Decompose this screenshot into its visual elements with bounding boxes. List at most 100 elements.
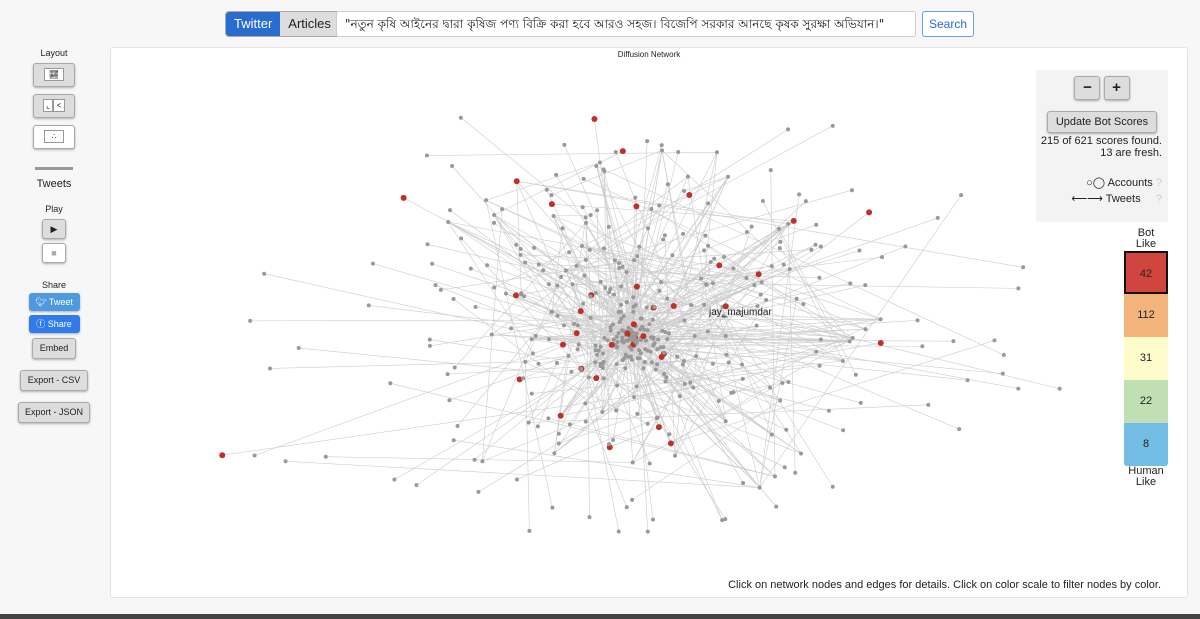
network-node[interactable] bbox=[593, 290, 598, 295]
network-node[interactable] bbox=[562, 142, 567, 147]
network-node[interactable] bbox=[580, 205, 585, 210]
network-node[interactable] bbox=[682, 318, 687, 323]
network-node[interactable] bbox=[600, 409, 605, 414]
network-node[interactable] bbox=[638, 316, 643, 321]
network-node[interactable] bbox=[587, 515, 592, 520]
network-node[interactable] bbox=[619, 302, 624, 307]
network-node[interactable] bbox=[716, 262, 723, 269]
network-node[interactable] bbox=[424, 153, 429, 158]
network-node[interactable] bbox=[777, 246, 782, 251]
network-node[interactable] bbox=[649, 206, 654, 211]
network-node[interactable] bbox=[583, 215, 588, 220]
network-node[interactable] bbox=[731, 266, 736, 271]
network-node[interactable] bbox=[588, 294, 593, 299]
network-node[interactable] bbox=[651, 517, 656, 522]
network-node[interactable] bbox=[620, 264, 625, 269]
network-node[interactable] bbox=[749, 224, 754, 229]
network-node[interactable] bbox=[573, 330, 580, 337]
network-node[interactable] bbox=[480, 459, 485, 464]
network-edge[interactable] bbox=[222, 387, 694, 456]
embed-button[interactable]: Embed bbox=[32, 338, 76, 359]
network-node[interactable] bbox=[689, 303, 694, 308]
network-node[interactable] bbox=[787, 267, 792, 272]
network-node[interactable] bbox=[529, 391, 534, 396]
network-node[interactable] bbox=[556, 431, 561, 436]
network-node[interactable] bbox=[624, 270, 629, 275]
network-node[interactable] bbox=[267, 366, 272, 371]
network-node[interactable] bbox=[781, 262, 786, 267]
network-node[interactable] bbox=[857, 248, 862, 253]
network-node[interactable] bbox=[548, 201, 555, 208]
network-node[interactable] bbox=[560, 226, 565, 231]
network-node[interactable] bbox=[850, 336, 855, 341]
network-node[interactable] bbox=[817, 363, 822, 368]
network-node[interactable] bbox=[626, 325, 631, 330]
network-node[interactable] bbox=[723, 419, 728, 424]
network-node[interactable] bbox=[323, 454, 328, 459]
diffusion-network-graph[interactable] bbox=[111, 48, 1189, 599]
network-edge[interactable] bbox=[733, 381, 789, 393]
network-node[interactable] bbox=[682, 188, 687, 193]
network-node[interactable] bbox=[572, 321, 577, 326]
network-node[interactable] bbox=[615, 383, 620, 388]
network-node[interactable] bbox=[615, 339, 620, 344]
network-node[interactable] bbox=[755, 271, 762, 278]
network-node[interactable] bbox=[670, 302, 677, 309]
network-node[interactable] bbox=[817, 275, 822, 280]
network-node[interactable] bbox=[686, 191, 693, 198]
network-node[interactable] bbox=[681, 359, 686, 364]
network-node[interactable] bbox=[593, 343, 598, 348]
network-node[interactable] bbox=[608, 341, 615, 348]
network-node[interactable] bbox=[670, 253, 675, 258]
network-node[interactable] bbox=[665, 296, 670, 301]
tweet-share-button[interactable]: 🐦︎ Tweet bbox=[28, 293, 80, 311]
network-node[interactable] bbox=[427, 343, 432, 348]
network-node[interactable] bbox=[533, 334, 538, 339]
network-node[interactable] bbox=[814, 222, 819, 227]
network-node[interactable] bbox=[472, 457, 477, 462]
network-node[interactable] bbox=[476, 489, 481, 494]
network-node[interactable] bbox=[863, 327, 868, 332]
network-node[interactable] bbox=[509, 326, 514, 331]
network-node[interactable] bbox=[446, 219, 451, 224]
network-node[interactable] bbox=[445, 372, 450, 377]
network-node[interactable] bbox=[744, 230, 749, 235]
network-node[interactable] bbox=[614, 408, 619, 413]
network-node[interactable] bbox=[826, 408, 831, 413]
network-node[interactable] bbox=[647, 322, 652, 327]
network-node[interactable] bbox=[532, 245, 537, 250]
network-node[interactable] bbox=[645, 529, 650, 534]
network-node[interactable] bbox=[595, 208, 600, 213]
network-node[interactable] bbox=[602, 336, 607, 341]
network-node[interactable] bbox=[786, 127, 791, 132]
network-node[interactable] bbox=[618, 309, 623, 314]
network-node[interactable] bbox=[712, 256, 717, 261]
help-icon[interactable]: ? bbox=[1156, 177, 1162, 189]
network-node[interactable] bbox=[433, 283, 438, 288]
network-node[interactable] bbox=[593, 360, 598, 365]
layout-timeline-button[interactable]: 📈︎ bbox=[33, 63, 75, 87]
network-node[interactable] bbox=[731, 390, 736, 395]
network-node[interactable] bbox=[633, 195, 638, 200]
network-node[interactable] bbox=[665, 337, 670, 342]
network-node[interactable] bbox=[635, 411, 640, 416]
network-node[interactable] bbox=[663, 379, 668, 384]
network-node[interactable] bbox=[655, 424, 662, 431]
network-node[interactable] bbox=[794, 296, 799, 301]
network-node[interactable] bbox=[630, 460, 635, 465]
network-node[interactable] bbox=[677, 394, 682, 399]
network-node[interactable] bbox=[965, 378, 970, 383]
network-node[interactable] bbox=[536, 361, 541, 366]
network-node[interactable] bbox=[400, 194, 407, 201]
scale-bin[interactable]: 22 bbox=[1124, 380, 1168, 423]
network-node[interactable] bbox=[1001, 353, 1006, 358]
network-edge[interactable] bbox=[632, 382, 783, 463]
network-node[interactable] bbox=[555, 313, 560, 318]
network-node[interactable] bbox=[866, 209, 873, 216]
network-node[interactable] bbox=[665, 182, 670, 187]
network-node[interactable] bbox=[518, 246, 523, 251]
network-node[interactable] bbox=[518, 252, 523, 257]
network-node[interactable] bbox=[450, 163, 455, 168]
zoom-in-button[interactable]: + bbox=[1103, 76, 1130, 100]
network-node[interactable] bbox=[688, 380, 693, 385]
